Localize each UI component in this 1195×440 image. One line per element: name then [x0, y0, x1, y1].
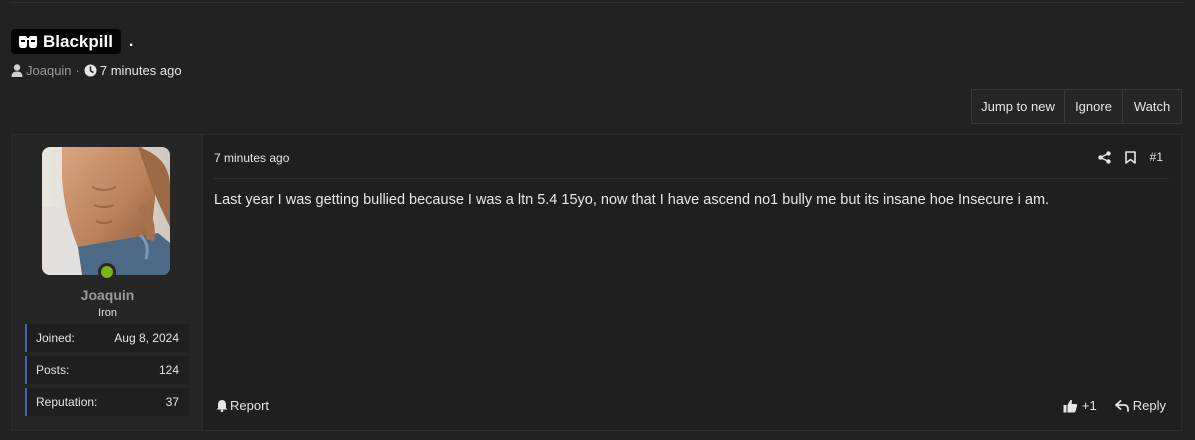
thread-actions: Jump to new Ignore Watch: [971, 89, 1182, 124]
meta-separator: ·: [75, 62, 80, 78]
jump-to-new-button[interactable]: Jump to new: [972, 90, 1065, 123]
ignore-button[interactable]: Ignore: [1065, 90, 1123, 123]
stat-value: 124: [158, 363, 179, 377]
thread-time-link[interactable]: 7 minutes ago: [100, 63, 182, 78]
post-number-link[interactable]: #1: [1150, 150, 1163, 164]
post-header: 7 minutes ago #1: [214, 149, 1169, 179]
user-icon: [11, 63, 23, 77]
stat-posts: Posts: 124: [25, 356, 189, 384]
stat-reputation: Reputation: 37: [25, 388, 189, 416]
post-footer-actions: +1 Reply: [1063, 398, 1166, 413]
post-1: Joaquin Iron Joined: Aug 8, 2024 Posts: …: [11, 134, 1182, 431]
thread-author-link[interactable]: Joaquin: [26, 63, 72, 78]
avatar[interactable]: [42, 147, 170, 275]
post-header-actions: #1: [1097, 149, 1163, 165]
bookmark-icon[interactable]: [1124, 150, 1136, 164]
thread-meta: Joaquin · 7 minutes ago: [11, 62, 182, 78]
thread-prefix-label: Blackpill: [43, 31, 113, 51]
clock-icon: [84, 64, 97, 76]
reply-button[interactable]: Reply: [1114, 398, 1166, 413]
thread-title-row: Blackpill .: [11, 29, 133, 54]
mask-icon: [19, 35, 37, 48]
reply-arrow-icon: [1114, 399, 1129, 412]
post-username[interactable]: Joaquin: [12, 287, 203, 303]
post-user-title: Iron: [98, 307, 117, 319]
report-label: Report: [230, 398, 270, 413]
stat-joined: Joined: Aug 8, 2024: [25, 324, 189, 352]
thumbs-up-icon: [1063, 399, 1078, 412]
online-status-indicator: [98, 263, 116, 281]
stat-label: Joined:: [36, 331, 75, 345]
post-date-link[interactable]: 7 minutes ago: [214, 151, 289, 165]
post-user-cell: Joaquin Iron Joined: Aug 8, 2024 Posts: …: [12, 135, 203, 430]
like-button[interactable]: +1: [1063, 398, 1097, 413]
bell-icon: [216, 400, 228, 412]
stat-label: Posts:: [36, 363, 70, 377]
reply-label: Reply: [1132, 398, 1166, 413]
watch-button[interactable]: Watch: [1123, 90, 1181, 123]
thread-title: .: [128, 32, 134, 50]
thread-prefix[interactable]: Blackpill: [11, 29, 121, 54]
stat-label: Reputation:: [36, 395, 98, 409]
top-divider: [10, 2, 1185, 3]
post-body: Last year I was getting bullied because …: [214, 192, 1050, 208]
share-icon[interactable]: [1097, 150, 1111, 164]
like-count: +1: [1081, 398, 1097, 413]
report-button[interactable]: Report: [216, 398, 269, 413]
stat-value: Aug 8, 2024: [114, 331, 179, 345]
stat-value: 37: [165, 395, 179, 409]
